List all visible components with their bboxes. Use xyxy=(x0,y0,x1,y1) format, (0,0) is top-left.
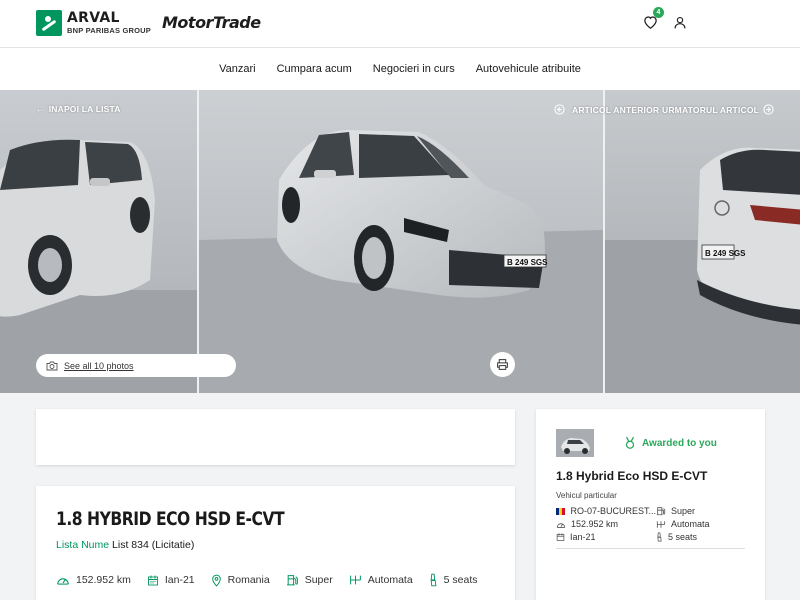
calendar-icon xyxy=(147,575,158,585)
awarded-status: Awarded to you xyxy=(624,436,717,450)
summary-gearbox: Automata xyxy=(656,519,744,529)
nav-item-vanzari[interactable]: Vanzari xyxy=(219,63,255,75)
list-name-value: List 834 (Licitatie) xyxy=(112,539,195,551)
banner-placeholder-card xyxy=(36,409,515,465)
nav-item-cumpara-acum[interactable]: Cumpara acum xyxy=(277,63,352,75)
license-plate-text: B 249 SGS xyxy=(507,258,548,267)
summary-specs: RO-07-BUCUREST... Super 152.952 km Autom… xyxy=(556,506,745,549)
arrow-right-circle-icon xyxy=(763,104,774,115)
spec-location: Romania xyxy=(211,574,270,587)
gearbox-icon xyxy=(349,575,361,585)
spec-seats: 5 seats xyxy=(429,573,478,587)
spec-gearbox: Automata xyxy=(349,574,413,586)
print-button[interactable] xyxy=(490,352,515,377)
spec-date: Ian-21 xyxy=(147,574,195,587)
nav-item-autovehicule-atribuite[interactable]: Autovehicule atribuite xyxy=(476,63,581,75)
see-all-photos-label: See all 10 photos xyxy=(64,360,134,371)
summary-location: RO-07-BUCUREST... xyxy=(556,506,656,516)
vehicle-summary-card: Awarded to you 1.8 Hybrid Eco HSD E-CVT … xyxy=(536,409,765,600)
photo-gallery: B 249 SGS B 249 SGS ← INAPOI LA LISTA AR… xyxy=(0,90,800,393)
motortrade-logo[interactable]: MotorTrade xyxy=(162,13,261,32)
speedometer-icon xyxy=(57,578,69,585)
award-medal-icon xyxy=(625,436,635,449)
vehicle-detail-card: 1.8 HYBRID ECO HSD E-CVT Lista Nume List… xyxy=(36,486,515,600)
spec-mileage: 152.952 km xyxy=(56,574,131,586)
summary-vehicle-type: Vehicul particular xyxy=(556,491,617,500)
seat-icon xyxy=(430,573,437,587)
brand-name: ARVAL xyxy=(67,10,120,27)
list-name-label: Lista Nume xyxy=(56,539,110,551)
summary-seats: 5 seats xyxy=(656,532,744,542)
camera-icon xyxy=(46,361,58,370)
printer-icon xyxy=(497,359,508,370)
summary-title: 1.8 Hybrid Eco HSD E-CVT xyxy=(556,469,708,483)
see-all-photos-button[interactable]: See all 10 photos xyxy=(36,354,236,377)
arval-logo[interactable]: ARVAL BNP PARIBAS GROUP xyxy=(36,10,151,36)
user-icon xyxy=(674,16,686,28)
summary-mileage: 152.952 km xyxy=(556,519,656,529)
brand-subtitle: BNP PARIBAS GROUP xyxy=(67,26,151,36)
favorites-button[interactable]: 4 xyxy=(640,7,664,32)
location-pin-icon xyxy=(211,574,221,587)
summary-date: Ian-21 xyxy=(556,532,656,542)
previous-item-link[interactable]: ARTICOL ANTERIOR xyxy=(554,104,659,115)
license-plate-text-rear: B 249 SGS xyxy=(705,249,746,258)
arrow-left-icon: ← xyxy=(36,104,45,114)
main-nav: Vanzari Cumpara acum Negocieri in curs A… xyxy=(0,48,800,90)
back-to-list-link[interactable]: ← INAPOI LA LISTA xyxy=(36,104,121,114)
gearbox-icon xyxy=(656,520,666,528)
vehicle-specs-row: 152.952 km Ian-21 Romania Super Automata… xyxy=(56,573,495,587)
seat-icon xyxy=(657,532,662,542)
calendar-icon xyxy=(556,533,565,541)
arval-logo-mark xyxy=(36,10,62,36)
vehicle-thumbnail[interactable] xyxy=(556,429,594,457)
car-photo-rear[interactable]: B 249 SGS xyxy=(605,90,800,393)
arrow-left-circle-icon xyxy=(554,104,565,115)
favorites-count-badge: 4 xyxy=(653,7,664,18)
fuel-pump-icon xyxy=(656,507,666,516)
nav-item-negocieri-in-curs[interactable]: Negocieri in curs xyxy=(373,63,455,75)
speedometer-icon xyxy=(556,522,566,528)
car-photo-front-left[interactable] xyxy=(0,90,197,393)
car-photo-main[interactable]: B 249 SGS xyxy=(199,90,603,393)
fuel-pump-icon xyxy=(286,575,298,586)
list-name-line: Lista Nume List 834 (Licitatie) xyxy=(56,539,495,551)
spec-fuel: Super xyxy=(286,573,333,587)
vehicle-title: 1.8 HYBRID ECO HSD E-CVT xyxy=(56,508,285,530)
romania-flag-icon xyxy=(556,507,566,515)
next-item-link[interactable]: URMATORUL ARTICOL xyxy=(662,104,774,115)
top-header: ARVAL BNP PARIBAS GROUP MotorTrade 4 xyxy=(0,0,800,48)
summary-fuel: Super xyxy=(656,506,744,516)
account-button[interactable] xyxy=(670,12,690,32)
